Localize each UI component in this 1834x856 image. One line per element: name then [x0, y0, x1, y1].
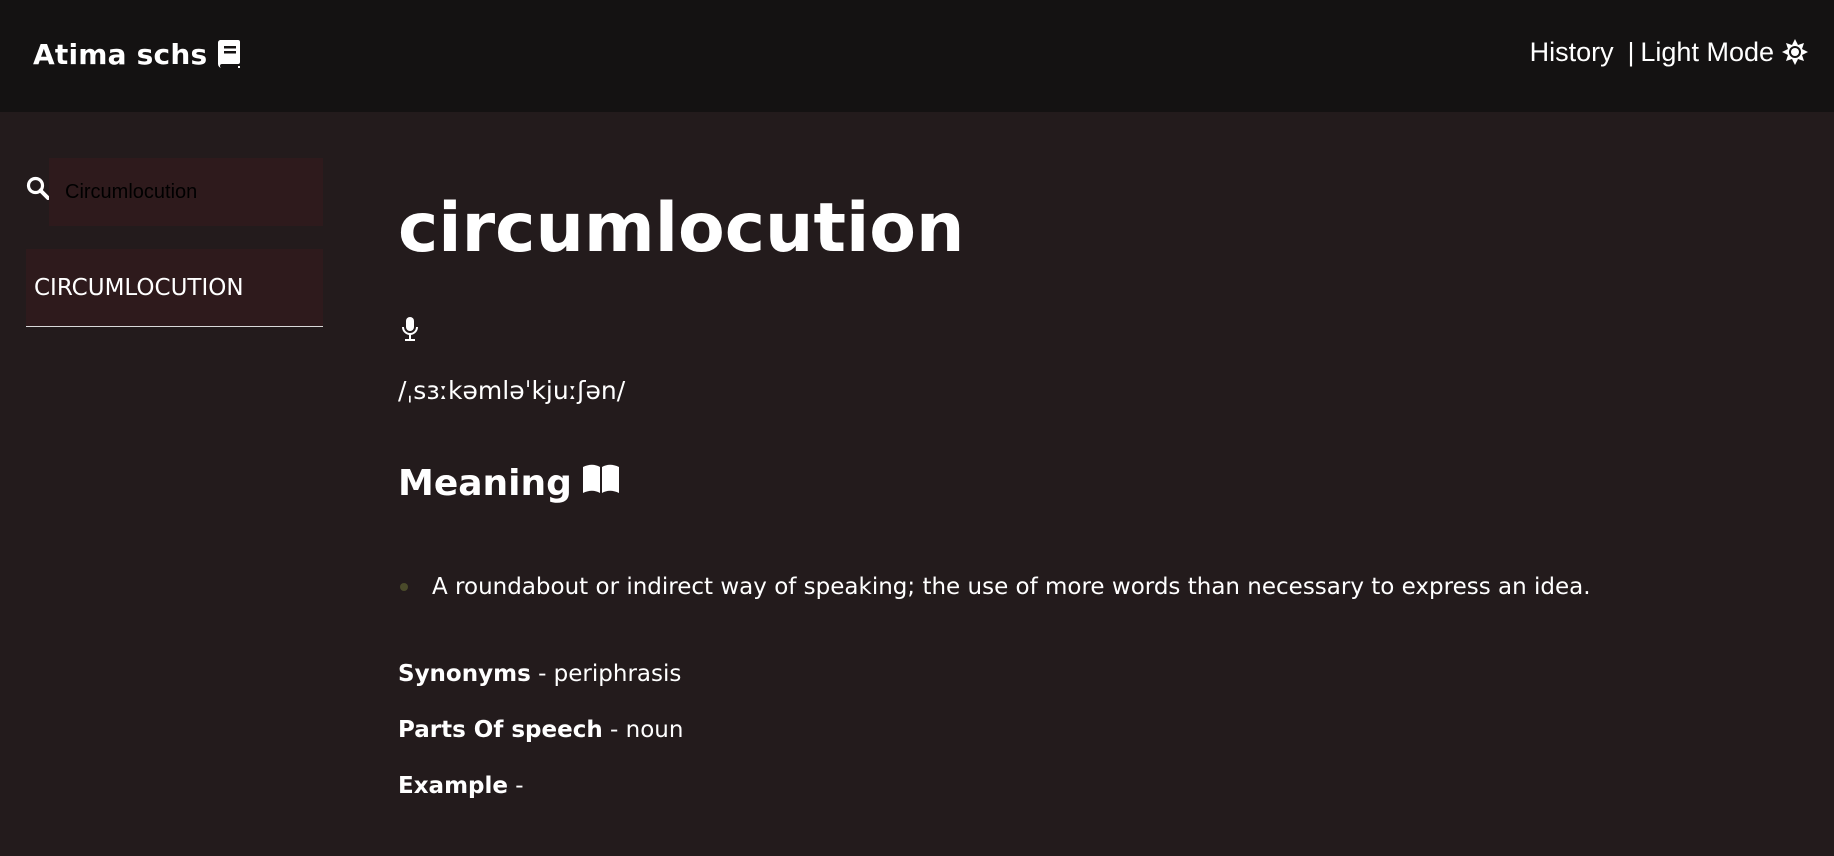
nav-separator: |: [1627, 36, 1635, 67]
brand-title: Atima schs: [33, 37, 208, 71]
example-label: Example: [398, 773, 508, 799]
brand[interactable]: Atima schs: [33, 34, 242, 74]
theme-toggle-label: Light Mode: [1640, 36, 1774, 67]
word-title: circumlocution: [398, 189, 965, 268]
bullet-marker: [400, 583, 408, 591]
synonyms-label: Synonyms: [398, 661, 531, 687]
microphone-icon[interactable]: [401, 316, 419, 342]
part-of-speech-value: - noun: [602, 717, 684, 743]
definition-item: A roundabout or indirect way of speaking…: [398, 570, 1698, 604]
history-link[interactable]: History: [1530, 37, 1614, 68]
book-open-icon: [582, 463, 620, 495]
meaning-heading: Meaning: [398, 458, 620, 508]
sun-icon: [1782, 39, 1808, 65]
phonetic-text: /ˌsɜːkəmləˈkjuːʃən/: [398, 376, 626, 405]
search-result-item[interactable]: CIRCUMLOCUTION: [26, 249, 323, 327]
definition-text: A roundabout or indirect way of speaking…: [432, 574, 1591, 600]
theme-toggle[interactable]: Light Mode: [1640, 37, 1808, 68]
part-of-speech-row: Parts Of speech - noun: [398, 713, 683, 747]
sidebar: CIRCUMLOCUTION: [22, 158, 324, 327]
book-icon: [216, 39, 242, 69]
search-input[interactable]: [49, 158, 323, 226]
synonyms-value: - periphrasis: [530, 661, 682, 687]
top-navbar: Atima schs History | Light Mode: [0, 0, 1834, 112]
part-of-speech-label: Parts Of speech: [398, 717, 603, 743]
example-value: -: [507, 773, 524, 799]
search-icon[interactable]: [26, 176, 50, 200]
example-row: Example -: [398, 769, 524, 803]
nav-links: History | Light Mode: [1530, 32, 1808, 72]
synonyms-row: Synonyms - periphrasis: [398, 657, 681, 691]
meaning-label: Meaning: [398, 462, 572, 504]
search-bar: [22, 158, 324, 226]
